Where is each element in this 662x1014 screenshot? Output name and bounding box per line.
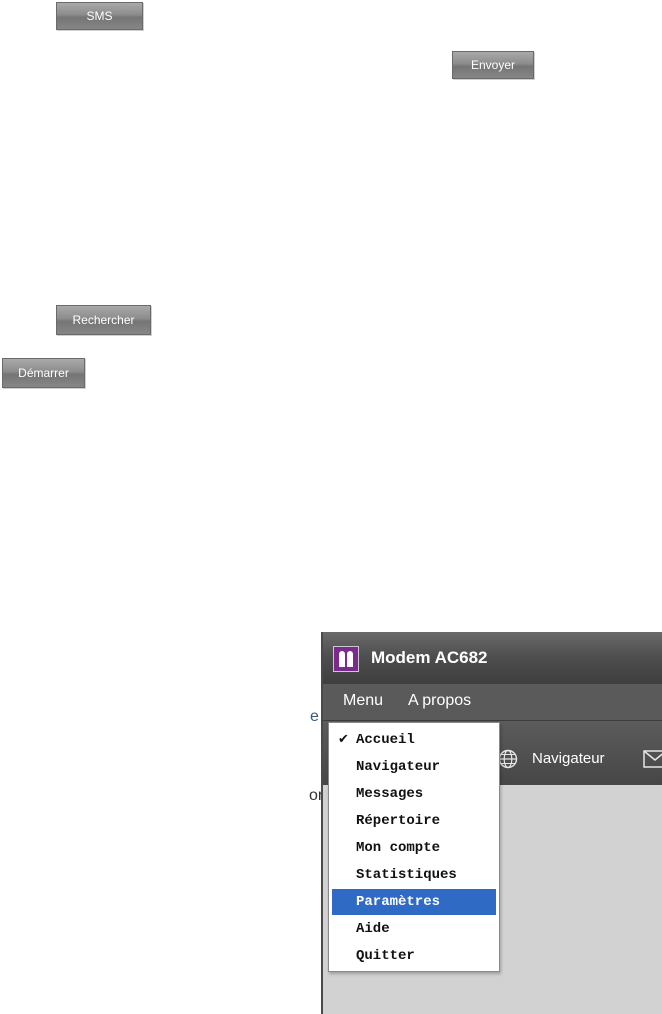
menu-item-label: Quitter <box>356 948 415 964</box>
menu-item-label: Aide <box>356 921 390 937</box>
hidden-text-fragment: e <box>310 708 319 725</box>
modem-logo-icon <box>333 646 359 672</box>
app-title: Modem AC682 <box>371 648 488 667</box>
menu-item-statistiques[interactable]: Statistiques <box>332 862 496 888</box>
menu-item-label: Paramètres <box>356 894 441 910</box>
menu-item-label: Accueil <box>356 732 415 748</box>
menu-item-parametres[interactable]: Paramètres <box>332 889 496 915</box>
globe-icon <box>498 749 518 769</box>
menu-item-mon-compte[interactable]: Mon compte <box>332 835 496 861</box>
menubar-item-menu[interactable]: Menu <box>343 692 383 710</box>
checkmark-icon: ✔ <box>338 732 349 747</box>
menu-bar: Menu A propos <box>323 684 662 721</box>
menu-item-label: Statistiques <box>356 867 457 883</box>
menu-item-repertoire[interactable]: Répertoire <box>332 808 496 834</box>
envoyer-button[interactable]: Envoyer <box>452 51 534 79</box>
menu-item-label: Navigateur <box>356 759 441 775</box>
menu-item-label: Messages <box>356 786 424 802</box>
title-bar: Modem AC682 <box>323 632 662 684</box>
menu-dropdown: ✔ Accueil Navigateur Messages Répertoire… <box>328 722 500 972</box>
menubar-item-apropos[interactable]: A propos <box>408 692 471 710</box>
menu-item-quitter[interactable]: Quitter <box>332 943 496 969</box>
menu-item-accueil[interactable]: ✔ Accueil <box>332 727 496 753</box>
menu-item-label: Mon compte <box>356 840 441 856</box>
demarrer-button[interactable]: Démarrer <box>2 358 85 388</box>
mail-icon[interactable] <box>643 750 662 768</box>
menu-item-label: Répertoire <box>356 813 441 829</box>
menu-item-messages[interactable]: Messages <box>332 781 496 807</box>
menu-item-aide[interactable]: Aide <box>332 916 496 942</box>
menu-item-navigateur[interactable]: Navigateur <box>332 754 496 780</box>
sms-button[interactable]: SMS <box>56 2 143 30</box>
rechercher-button[interactable]: Rechercher <box>56 305 151 335</box>
toolbar-navigateur-label[interactable]: Navigateur <box>532 750 605 767</box>
